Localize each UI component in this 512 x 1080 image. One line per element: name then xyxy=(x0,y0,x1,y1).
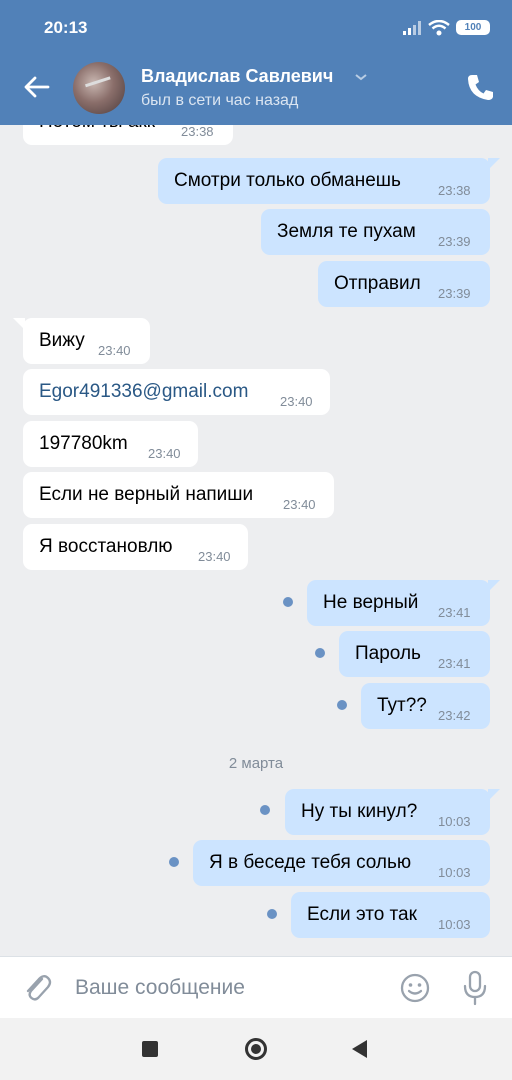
message-time: 23:41 xyxy=(438,605,471,620)
message-text: Я восстановлю xyxy=(39,536,173,557)
message-bubble-outgoing[interactable]: Не верный 23:41 xyxy=(307,580,500,626)
status-time: 20:13 xyxy=(44,18,88,37)
message-time: 10:03 xyxy=(438,865,471,880)
unread-indicator xyxy=(260,805,270,815)
email-link[interactable]: Egor491336@gmail.com xyxy=(39,381,248,403)
unread-indicator xyxy=(169,857,179,867)
message-bubble-outgoing[interactable]: Я в беседе тебя солью 10:03 xyxy=(193,840,490,886)
message-text: Если это так xyxy=(307,904,417,925)
message-bubble-outgoing[interactable]: Пароль 23:41 xyxy=(339,631,490,677)
message-text: Отправил xyxy=(334,273,421,294)
message-bubble-outgoing[interactable]: Отправил 23:39 xyxy=(318,261,490,307)
message-time: 23:41 xyxy=(438,656,471,671)
message-text: Не верный xyxy=(323,592,419,613)
message-text: Если не верный напиши xyxy=(39,484,254,505)
message-bubble-outgoing[interactable]: Земля те пухам 23:39 xyxy=(261,209,490,255)
unread-indicator xyxy=(267,909,277,919)
phone-icon[interactable] xyxy=(466,72,494,102)
message-bubble-outgoing[interactable]: Ну ты кинул? 10:03 xyxy=(285,789,500,835)
chat-header: 20:13 100 Владислав Савлевич был в сети … xyxy=(0,0,512,125)
message-text: Ну ты кинул? xyxy=(301,801,418,822)
cellular-signal-icon xyxy=(403,21,421,35)
message-time: 23:38 xyxy=(438,183,471,198)
arrow-left-icon[interactable] xyxy=(22,72,52,102)
message-time: 23:39 xyxy=(438,286,471,301)
message-bubble-outgoing[interactable]: Тут?? 23:42 xyxy=(361,683,490,729)
last-seen-status: был в сети час назад xyxy=(141,92,299,109)
message-composer xyxy=(0,956,512,1018)
message-time: 23:38 xyxy=(181,125,214,139)
message-text: Вижу xyxy=(39,330,85,351)
unread-indicator xyxy=(283,597,293,607)
status-bar: 20:13 100 xyxy=(0,0,512,55)
message-time: 23:39 xyxy=(438,234,471,249)
system-navigation-bar xyxy=(0,1018,512,1080)
message-time: 10:03 xyxy=(438,814,471,829)
message-text: Земля те пухам xyxy=(277,221,416,242)
message-input[interactable] xyxy=(75,971,375,1005)
message-text: Пароль xyxy=(355,643,421,664)
message-time: 23:40 xyxy=(283,497,316,512)
battery-icon: 100 xyxy=(456,20,490,35)
recents-icon[interactable] xyxy=(142,1041,158,1057)
home-icon[interactable] xyxy=(245,1038,267,1060)
wifi-icon xyxy=(428,20,450,36)
message-time: 23:40 xyxy=(148,446,181,461)
chevron-down-icon[interactable] xyxy=(354,72,368,82)
message-text: Смотри только обманешь xyxy=(174,170,401,191)
smile-icon[interactable] xyxy=(400,973,430,1003)
message-text: Потом ты акк xyxy=(39,125,155,133)
message-text: Тут?? xyxy=(377,695,427,716)
message-bubble-incoming[interactable]: Если не верный напиши 23:40 xyxy=(23,472,334,518)
message-time: 23:40 xyxy=(198,549,231,564)
message-bubble-outgoing[interactable]: Смотри только обманешь 23:38 xyxy=(158,158,500,204)
paperclip-icon[interactable] xyxy=(22,971,52,1005)
back-icon[interactable] xyxy=(352,1040,367,1058)
message-bubble-incoming[interactable]: Вижу 23:40 xyxy=(13,318,150,364)
message-time: 23:42 xyxy=(438,708,471,723)
avatar[interactable] xyxy=(73,62,125,114)
message-bubble-incoming[interactable]: Egor491336@gmail.com 23:40 xyxy=(23,369,330,415)
message-bubble-incoming[interactable]: Потом ты акк 23:38 xyxy=(23,125,233,145)
unread-indicator xyxy=(315,648,325,658)
message-time: 10:03 xyxy=(438,917,471,932)
message-time: 23:40 xyxy=(280,394,313,409)
message-bubble-incoming[interactable]: Я восстановлю 23:40 xyxy=(23,524,248,570)
unread-indicator xyxy=(337,700,347,710)
message-text: 197780km xyxy=(39,433,128,454)
message-list[interactable]: Потом ты акк 23:38 Смотри только обманеш… xyxy=(0,125,512,956)
message-bubble-incoming[interactable]: 197780km 23:40 xyxy=(23,421,198,467)
microphone-icon[interactable] xyxy=(462,970,488,1006)
message-time: 23:40 xyxy=(98,343,131,358)
contact-name[interactable]: Владислав Савлевич xyxy=(141,66,333,87)
message-text: Я в беседе тебя солью xyxy=(209,852,412,873)
message-bubble-outgoing[interactable]: Если это так 10:03 xyxy=(291,892,490,938)
date-separator: 2 марта xyxy=(228,755,284,772)
